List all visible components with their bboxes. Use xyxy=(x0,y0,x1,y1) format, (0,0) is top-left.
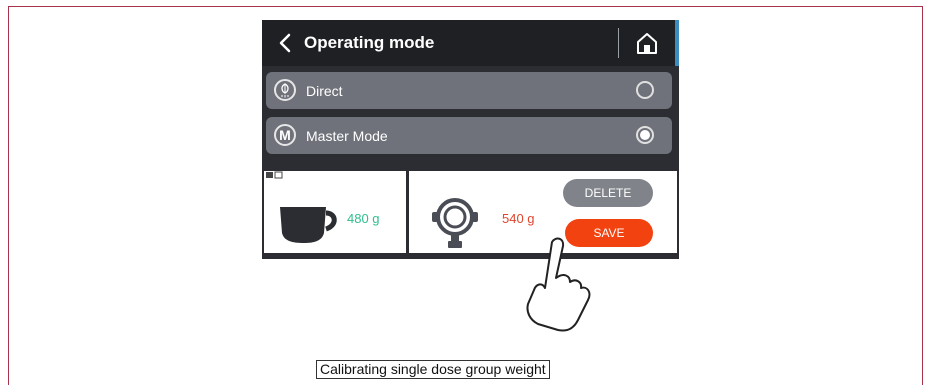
portafilter-icon xyxy=(432,198,478,248)
mode-option-direct[interactable]: Direct xyxy=(266,72,672,109)
radio-direct[interactable] xyxy=(636,81,654,99)
cup-icon xyxy=(280,207,337,243)
home-icon[interactable] xyxy=(634,30,660,56)
pointing-hand-icon xyxy=(526,237,591,332)
mode-label-master: Master Mode xyxy=(306,128,388,144)
back-chevron-icon[interactable] xyxy=(276,32,296,54)
device-screen: Operating mode Direct M Master Mode 480 … xyxy=(262,20,679,259)
group-weight-value: 540 g xyxy=(502,211,535,226)
page-title: Operating mode xyxy=(304,33,435,52)
cup-card: 480 g xyxy=(264,171,406,253)
radio-master[interactable] xyxy=(636,126,654,144)
m-letter: M xyxy=(279,127,291,143)
mode-label-direct: Direct xyxy=(306,83,343,99)
cup-weight-value: 480 g xyxy=(347,211,380,226)
delete-button[interactable]: DELETE xyxy=(563,179,653,207)
figure-caption: Calibrating single dose group weight xyxy=(316,360,550,379)
m-letter-icon: M xyxy=(274,124,296,146)
top-bar: Operating mode xyxy=(262,20,679,66)
dose-panel: 480 g 540 g DELETE SAVE xyxy=(262,168,679,259)
coffee-bean-icon xyxy=(274,79,296,101)
mode-option-master[interactable]: M Master Mode xyxy=(266,117,672,154)
small-cups-icon xyxy=(266,171,283,179)
header-divider xyxy=(618,28,619,58)
screen-edge-accent xyxy=(675,20,679,66)
